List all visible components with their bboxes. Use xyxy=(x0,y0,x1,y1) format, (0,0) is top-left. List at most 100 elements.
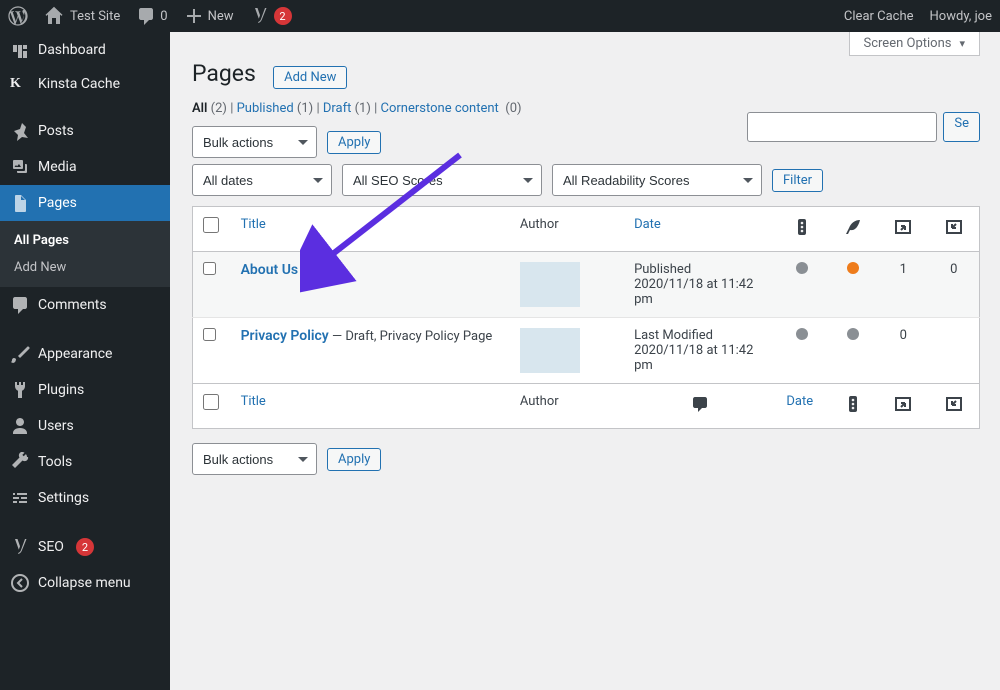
howdy-button[interactable]: Howdy, joe xyxy=(922,0,1000,32)
comments-button[interactable]: 0 xyxy=(128,0,175,32)
menu-collapse[interactable]: Collapse menu xyxy=(0,565,170,601)
site-name-button[interactable]: Test Site xyxy=(36,0,128,32)
yoast-button[interactable]: 2 xyxy=(242,0,300,32)
traffic-light-icon xyxy=(792,217,812,237)
yoast-menu-icon xyxy=(10,537,30,557)
wp-logo-button[interactable] xyxy=(0,0,36,32)
comments-icon xyxy=(10,295,30,315)
screen-options-button[interactable]: Screen Options xyxy=(849,32,981,56)
filter-cornerstone[interactable]: Cornerstone content xyxy=(381,101,499,116)
col-outgoing-icon[interactable] xyxy=(878,207,929,252)
speech-bubble-icon xyxy=(690,394,710,414)
user-icon xyxy=(10,416,30,436)
table-row: Privacy Policy — Draft, Privacy Policy P… xyxy=(193,318,980,384)
clear-cache-button[interactable]: Clear Cache xyxy=(836,0,922,32)
admin-sidebar: Dashboard KKinsta Cache Posts Media Page… xyxy=(0,32,170,690)
add-new-button[interactable]: Add New xyxy=(273,66,347,89)
brush-icon xyxy=(10,344,30,364)
page-title-link[interactable]: About Us xyxy=(241,262,299,278)
col-comments-foot[interactable] xyxy=(624,384,776,429)
plug-icon xyxy=(10,380,30,400)
plus-icon xyxy=(184,6,204,26)
row-checkbox[interactable] xyxy=(203,262,216,275)
col-seo-icon[interactable] xyxy=(776,207,827,252)
pin-icon xyxy=(10,121,30,141)
admin-bar: Test Site 0 New 2 Clear Cache Howdy, joe xyxy=(0,0,1000,32)
select-all-top[interactable] xyxy=(203,217,219,233)
outgoing-count: 1 xyxy=(878,252,929,318)
apply-button-bottom[interactable]: Apply xyxy=(327,448,381,471)
table-row: About Us Published2020/11/18 at 11:42 pm… xyxy=(193,252,980,318)
tablenav-filters: All dates All SEO Scores All Readability… xyxy=(192,164,980,196)
menu-appearance[interactable]: Appearance xyxy=(0,336,170,372)
filter-published[interactable]: Published xyxy=(237,101,294,116)
menu-pages[interactable]: Pages xyxy=(0,185,170,221)
menu-plugins[interactable]: Plugins xyxy=(0,372,170,408)
submenu-add-new[interactable]: Add New xyxy=(0,254,170,281)
comments-count: 0 xyxy=(160,9,167,24)
filter-all[interactable]: All xyxy=(192,101,207,116)
col-date-foot[interactable]: Date xyxy=(776,384,827,429)
filter-button[interactable]: Filter xyxy=(772,169,823,192)
outgoing-links-icon xyxy=(893,394,913,414)
col-author: Author xyxy=(510,207,624,252)
seo-dot xyxy=(796,328,808,340)
avatar xyxy=(520,262,580,307)
feather-icon xyxy=(843,217,863,237)
yoast-badge: 2 xyxy=(274,7,292,25)
kinsta-icon: K xyxy=(10,76,30,92)
new-button[interactable]: New xyxy=(176,0,242,32)
collapse-icon xyxy=(10,573,30,593)
row-checkbox[interactable] xyxy=(203,328,216,341)
select-all-bottom[interactable] xyxy=(203,394,219,410)
incoming-count xyxy=(929,318,980,384)
date-cell: Published2020/11/18 at 11:42 pm xyxy=(624,252,776,318)
menu-media[interactable]: Media xyxy=(0,149,170,185)
outgoing-links-icon xyxy=(893,217,913,237)
menu-comments[interactable]: Comments xyxy=(0,287,170,323)
apply-button-top[interactable]: Apply xyxy=(327,131,381,154)
readability-dot xyxy=(847,262,859,274)
filter-draft[interactable]: Draft xyxy=(323,101,352,116)
menu-dashboard[interactable]: Dashboard xyxy=(0,32,170,68)
yoast-icon xyxy=(250,6,270,26)
menu-settings[interactable]: Settings xyxy=(0,480,170,516)
col-incoming-icon[interactable] xyxy=(929,207,980,252)
date-filter-select[interactable]: All dates xyxy=(192,164,332,196)
pages-table: Title Author Date About Us Published2020… xyxy=(192,206,980,429)
readability-dot xyxy=(847,328,859,340)
main-content: Screen Options Pages Add New All (2) | P… xyxy=(170,32,1000,690)
menu-tools[interactable]: Tools xyxy=(0,444,170,480)
seo-dot xyxy=(796,262,808,274)
seo-count-badge: 2 xyxy=(76,538,94,556)
tablenav-bottom: Bulk actions Apply xyxy=(192,443,980,475)
sliders-icon xyxy=(10,488,30,508)
outgoing-count: 0 xyxy=(878,318,929,384)
menu-posts[interactable]: Posts xyxy=(0,113,170,149)
home-icon xyxy=(44,6,64,26)
incoming-links-icon xyxy=(944,217,964,237)
readability-select[interactable]: All Readability Scores xyxy=(552,164,762,196)
incoming-count: 0 xyxy=(929,252,980,318)
col-title-foot[interactable]: Title xyxy=(231,384,510,429)
col-readability-icon[interactable] xyxy=(827,207,878,252)
search-box: Se xyxy=(747,112,980,142)
search-input[interactable] xyxy=(747,112,937,142)
menu-kinsta[interactable]: KKinsta Cache xyxy=(0,68,170,100)
submenu-all-pages[interactable]: All Pages xyxy=(0,227,170,254)
bulk-actions-select-bottom[interactable]: Bulk actions xyxy=(192,443,317,475)
wrench-icon xyxy=(10,452,30,472)
pages-icon xyxy=(10,193,30,213)
menu-users[interactable]: Users xyxy=(0,408,170,444)
bulk-actions-select[interactable]: Bulk actions xyxy=(192,126,317,158)
incoming-links-icon xyxy=(944,394,964,414)
col-title[interactable]: Title xyxy=(231,207,510,252)
seo-score-select[interactable]: All SEO Scores xyxy=(342,164,542,196)
page-title-link[interactable]: Privacy Policy xyxy=(241,328,329,344)
search-button[interactable]: Se xyxy=(943,112,980,142)
col-author-foot: Author xyxy=(510,384,624,429)
page-title: Pages xyxy=(192,60,256,87)
menu-seo[interactable]: SEO2 xyxy=(0,529,170,565)
media-icon xyxy=(10,157,30,177)
col-date[interactable]: Date xyxy=(624,207,776,252)
